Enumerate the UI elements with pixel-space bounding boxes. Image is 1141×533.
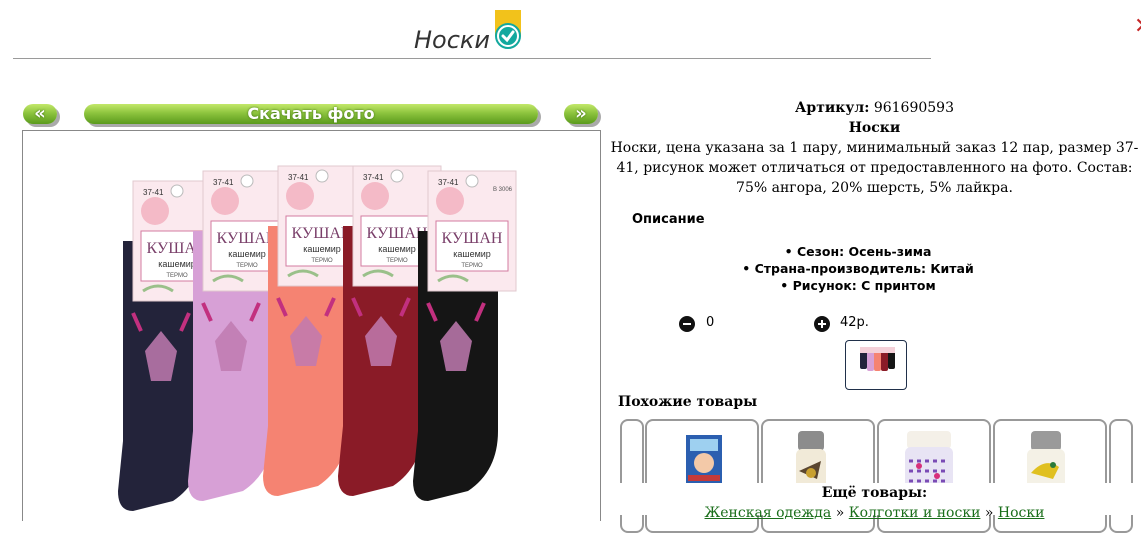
quantity-value: 0 (706, 315, 715, 330)
photo-thumbnail[interactable] (845, 340, 907, 390)
breadcrumb: Женская одежда » Колготки и носки » Носк… (608, 503, 1141, 523)
product-description: Носки, цена указана за 1 пару, минимальн… (610, 140, 1139, 196)
socks-image: 37-41КУШАНкашемирТЕРМО37-41КУШАНкашемирТ… (118, 165, 517, 511)
size-tag: 37-41 (363, 173, 384, 182)
price: 42р. (840, 315, 869, 330)
breadcrumb-separator: » (980, 505, 998, 521)
add-to-cart-icon[interactable] (814, 316, 830, 332)
verified-badge-icon (495, 10, 521, 49)
prev-photo-button[interactable]: « (23, 104, 57, 124)
article-tag: В 3006 (493, 187, 513, 193)
close-icon[interactable]: ✕ (1134, 14, 1141, 40)
article-line: Артикул: 961690593 (608, 98, 1141, 118)
download-photo-button[interactable]: Скачать фото (84, 104, 538, 124)
thumbnail-image (860, 347, 895, 371)
next-photo-button[interactable]: » (564, 104, 598, 124)
spec-country: Страна-производитель: Китай (608, 260, 1108, 277)
type-label: ТЕРМО (166, 273, 188, 279)
size-tag: 37-41 (213, 178, 234, 187)
similar-products-heading: Похожие товары (618, 394, 758, 410)
spec-list: Сезон: Осень-зима Страна-производитель: … (608, 243, 1108, 294)
spec-pattern: Рисунок: С принтом (608, 277, 1108, 294)
brand-label: КУШАН (442, 230, 503, 247)
decrease-quantity-icon[interactable] (679, 316, 695, 332)
product-photo: 37-41 КУШАН кашемир ТЕРМО 37-41 КУШАН кашемир Т… (22, 130, 601, 521)
more-products: Ещё товары: Женская одежда » Колготки и … (608, 483, 1141, 521)
article-label: Артикул: (795, 100, 870, 116)
header-divider (13, 58, 931, 59)
description-heading: Описание (632, 212, 705, 227)
type-label: ТЕРМО (236, 263, 258, 269)
type-label: ТЕРМО (311, 258, 333, 264)
size-tag: 37-41 (438, 178, 459, 187)
breadcrumb-tights-socks[interactable]: Колготки и носки (849, 505, 981, 521)
size-tag: 37-41 (143, 188, 164, 197)
more-products-title: Ещё товары: (821, 485, 928, 501)
material-label: кашемир (228, 249, 266, 259)
size-tag: 37-41 (288, 173, 309, 182)
page-title: Носки (414, 26, 491, 54)
breadcrumb-women-clothing[interactable]: Женская одежда (705, 505, 832, 521)
sock-5: 37-41 КУШАН кашемир ТЕРМО (413, 170, 517, 501)
type-label: ТЕРМО (386, 258, 408, 264)
material-label: кашемир (303, 244, 341, 254)
breadcrumb-separator: » (831, 505, 849, 521)
product-name: Носки (848, 120, 901, 136)
breadcrumb-socks[interactable]: Носки (998, 505, 1045, 521)
material-label: кашемир (453, 249, 491, 259)
article-value: 961690593 (873, 100, 954, 116)
type-label: ТЕРМО (461, 263, 483, 269)
material-label: кашемир (378, 244, 416, 254)
spec-season: Сезон: Осень-зима (608, 243, 1108, 260)
material-label: кашемир (158, 259, 196, 269)
product-info: Артикул: 961690593 Носки Носки, цена ука… (608, 98, 1141, 198)
